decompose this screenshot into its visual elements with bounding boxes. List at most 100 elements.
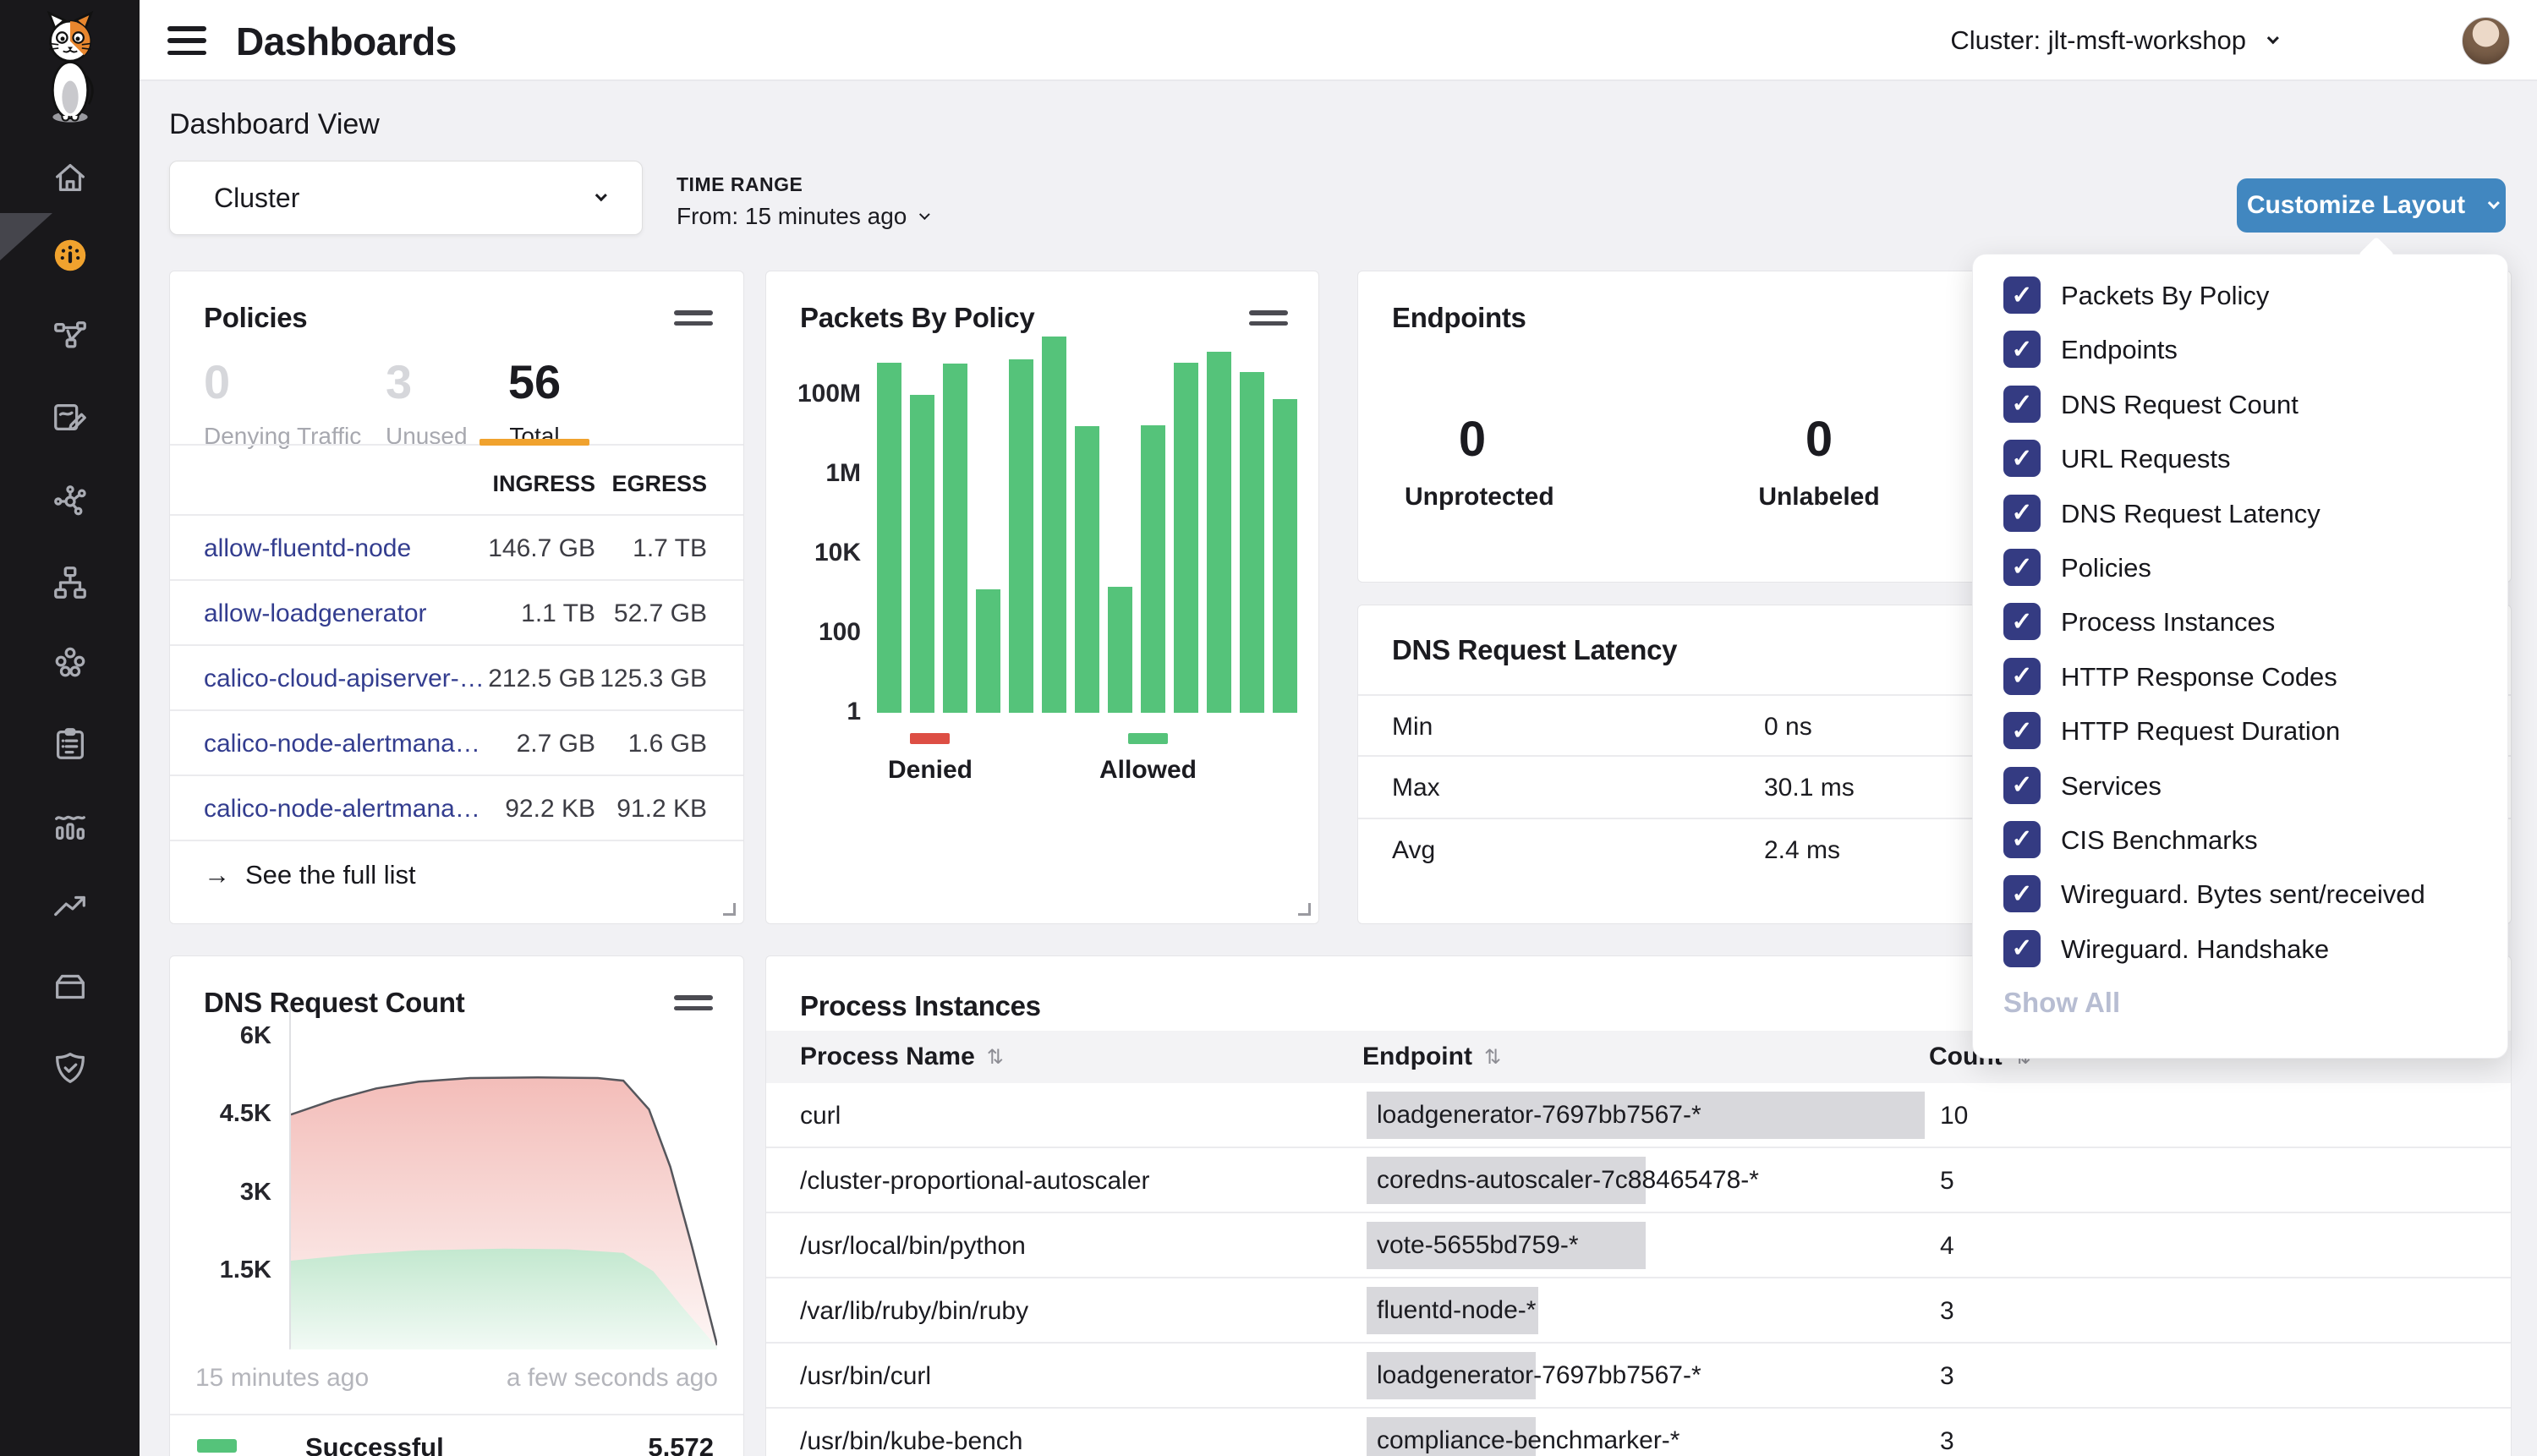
count-value: 4 [1940, 1232, 1954, 1261]
column-header-egress[interactable]: EGRESS [611, 471, 707, 497]
home-icon [51, 158, 90, 197]
chevron-down-icon [2488, 197, 2500, 209]
checkbox-checked[interactable]: ✓ [2003, 331, 2041, 368]
time-range-label: TIME RANGE [677, 173, 926, 196]
sidebar-item-threat-defense[interactable] [0, 1029, 140, 1107]
sidebar-item-nodes[interactable] [0, 463, 140, 540]
checkbox-checked[interactable]: ✓ [2003, 658, 2041, 695]
dns-area-chart [289, 1007, 715, 1349]
checkbox-checked[interactable]: ✓ [2003, 712, 2041, 749]
customize-layout-button[interactable]: Customize Layout [2237, 178, 2506, 233]
sidebar-item-service-graph[interactable] [0, 298, 140, 375]
sidebar-item-dashboards[interactable] [0, 216, 140, 294]
ingress-value: 212.5 GB [488, 665, 595, 693]
bar [1141, 425, 1165, 713]
calico-cat-logo [0, 8, 140, 125]
sidebar-item-endpoints[interactable] [0, 544, 140, 621]
drag-handle-icon[interactable] [674, 310, 713, 327]
checkbox-checked[interactable]: ✓ [2003, 767, 2041, 804]
sidebar-item-timeline[interactable] [0, 868, 140, 945]
service-graph-icon [51, 317, 90, 356]
menu-item-wireguard-handshake[interactable]: ✓ Wireguard. Handshake [1973, 922, 2507, 976]
box-icon [51, 967, 90, 1006]
menu-item-dns-request-latency[interactable]: ✓ DNS Request Latency [1973, 486, 2507, 540]
legend-item-denied[interactable]: Denied [888, 733, 973, 785]
checkbox-checked[interactable]: ✓ [2003, 821, 2041, 858]
drag-handle-icon[interactable] [1249, 310, 1288, 327]
avatar[interactable] [2462, 17, 2510, 65]
legend-row-successful[interactable]: Successful 5,572 [170, 1415, 743, 1456]
sort-icon: ⇅ [1484, 1045, 1501, 1070]
resize-handle[interactable] [723, 903, 736, 916]
page-title: Dashboards [236, 19, 457, 64]
menu-item-url-requests[interactable]: ✓ URL Requests [1973, 431, 2507, 485]
checkbox-checked[interactable]: ✓ [2003, 603, 2041, 640]
see-full-list-link[interactable]: →See the full list [204, 860, 416, 890]
latency-avg-value: 2.4 ms [1764, 836, 1840, 865]
menu-item-cis-benchmarks[interactable]: ✓ CIS Benchmarks [1973, 813, 2507, 867]
stat-total[interactable]: 56 Total [479, 354, 589, 450]
sidebar-item-network-sets[interactable] [0, 624, 140, 702]
resize-handle[interactable] [1298, 903, 1311, 916]
x-label-start: 15 minutes ago [195, 1364, 369, 1393]
sidebar-item-activity[interactable] [0, 786, 140, 864]
column-header-ingress[interactable]: INGRESS [492, 471, 595, 497]
sidebar-item-compliance[interactable] [0, 705, 140, 783]
stat-denying-traffic[interactable]: 0 Denying Traffic [204, 354, 361, 450]
latency-min-value: 0 ns [1764, 713, 1812, 742]
menu-hamburger-icon[interactable] [167, 23, 208, 58]
activity-chart-icon [51, 806, 90, 845]
policy-link[interactable]: calico-node-alertmana… [204, 795, 480, 824]
customize-layout-menu: ✓ Packets By Policy ✓ Endpoints ✓ DNS Re… [1972, 254, 2508, 1059]
legend-label: Allowed [1099, 756, 1197, 785]
menu-item-http-response-codes[interactable]: ✓ HTTP Response Codes [1973, 649, 2507, 703]
show-all-link[interactable]: Show All [2003, 987, 2120, 1019]
menu-item-http-request-duration[interactable]: ✓ HTTP Request Duration [1973, 703, 2507, 758]
policy-link[interactable]: calico-cloud-apiserver-… [204, 665, 485, 693]
checkbox-checked[interactable]: ✓ [2003, 440, 2041, 477]
stat-label: Denying Traffic [204, 423, 361, 450]
sort-icon: ⇅ [987, 1045, 1004, 1070]
checkbox-checked[interactable]: ✓ [2003, 276, 2041, 314]
policy-link[interactable]: calico-node-alertmana… [204, 730, 480, 758]
menu-caret [2359, 237, 2394, 272]
table-row: allow-fluentd-node 146.7 GB 1.7 TB [170, 514, 743, 579]
count-value: 10 [1940, 1102, 1968, 1130]
sidebar-item-policies[interactable] [0, 379, 140, 457]
checkbox-checked[interactable]: ✓ [2003, 549, 2041, 586]
egress-value: 125.3 GB [600, 665, 707, 693]
stat-label: Unused [386, 423, 468, 450]
policy-link[interactable]: allow-loadgenerator [204, 599, 427, 628]
topbar: Dashboards Cluster: jlt-msft-workshop [140, 0, 2537, 81]
policy-link[interactable]: allow-fluentd-node [204, 534, 411, 563]
stat-unused[interactable]: 3 Unused [386, 354, 468, 450]
time-range-value[interactable]: From: 15 minutes ago [677, 203, 926, 230]
cluster-selector[interactable]: Cluster: jlt-msft-workshop [1950, 20, 2275, 61]
menu-item-services[interactable]: ✓ Services [1973, 758, 2507, 813]
arrow-right-icon: → [204, 860, 230, 890]
column-header-endpoint[interactable]: Endpoint⇅ [1362, 1043, 1501, 1071]
menu-item-dns-request-count[interactable]: ✓ DNS Request Count [1973, 377, 2507, 431]
egress-value: 91.2 KB [616, 795, 707, 824]
menu-item-endpoints[interactable]: ✓ Endpoints [1973, 322, 2507, 376]
network-sets-icon [51, 643, 90, 682]
checkbox-checked[interactable]: ✓ [2003, 495, 2041, 532]
endpoint-value: loadgenerator-7697bb7567-* [1377, 1361, 1701, 1390]
sidebar-item-image-assurance[interactable] [0, 948, 140, 1026]
legend-value: 5,572 [648, 1432, 714, 1456]
bar [910, 395, 934, 713]
view-select[interactable]: Cluster [169, 161, 643, 235]
checkbox-checked[interactable]: ✓ [2003, 875, 2041, 912]
checkbox-checked[interactable]: ✓ [2003, 386, 2041, 423]
checkbox-checked[interactable]: ✓ [2003, 930, 2041, 967]
sidebar-item-home[interactable] [0, 139, 140, 216]
legend-item-allowed[interactable]: Allowed [1099, 733, 1197, 785]
menu-item-wireguard-bytes[interactable]: ✓ Wireguard. Bytes sent/received [1973, 867, 2507, 921]
bar [1207, 352, 1231, 713]
menu-item-policies[interactable]: ✓ Policies [1973, 540, 2507, 594]
dashboard-view-heading: Dashboard View [169, 108, 380, 141]
column-header-process-name[interactable]: Process Name⇅ [800, 1043, 1004, 1071]
menu-item-packets-by-policy[interactable]: ✓ Packets By Policy [1973, 268, 2507, 322]
stat-value: 0 [1405, 411, 1540, 468]
menu-item-process-instances[interactable]: ✓ Process Instances [1973, 594, 2507, 649]
